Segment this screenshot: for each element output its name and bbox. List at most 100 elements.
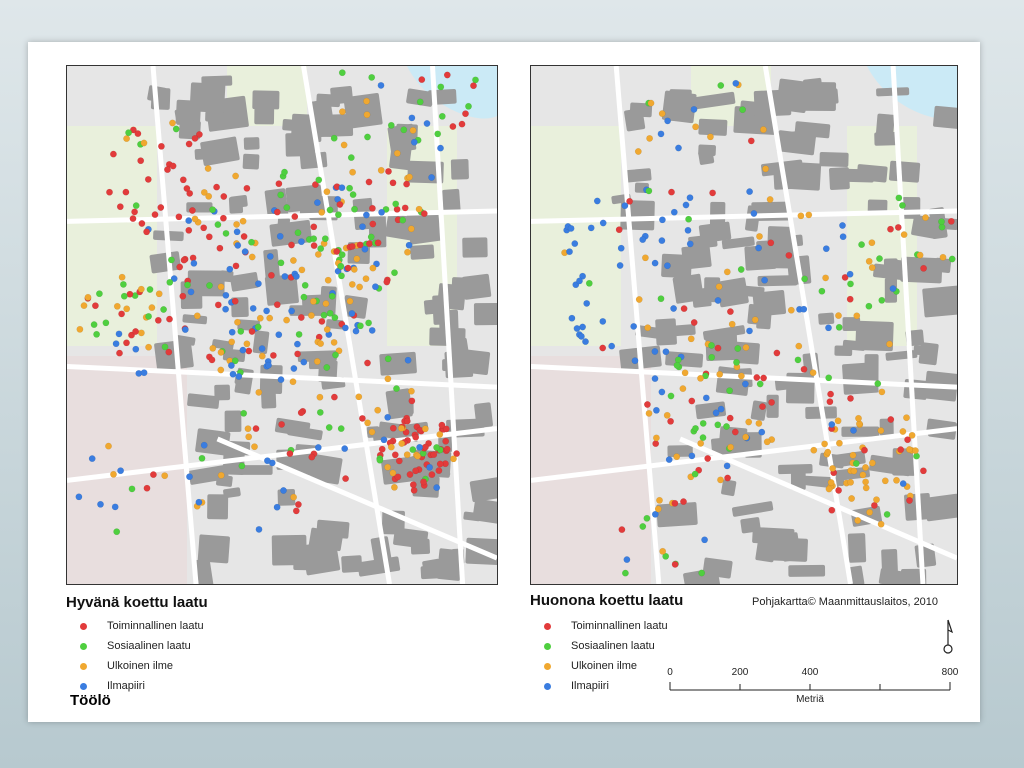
data-point: [599, 344, 607, 352]
data-point: [846, 270, 854, 278]
data-point: [797, 212, 805, 220]
data-point: [255, 525, 263, 533]
building-block: [451, 277, 489, 297]
data-point: [317, 340, 325, 347]
data-point: [235, 373, 243, 380]
data-point: [206, 282, 213, 289]
data-point: [919, 467, 927, 475]
data-point: [331, 314, 339, 322]
data-point: [825, 324, 832, 332]
building-block: [834, 345, 853, 356]
map-poor-quality: [530, 65, 958, 585]
data-point: [191, 135, 199, 142]
data-point: [93, 330, 100, 338]
data-point: [214, 221, 222, 229]
legend-item: Toiminnallinen laatu: [66, 616, 204, 636]
building-block: [462, 237, 488, 258]
data-point: [209, 344, 217, 352]
legend-label: Ilmapiiri: [107, 680, 145, 692]
data-point: [727, 443, 735, 451]
data-point: [407, 225, 415, 233]
data-point: [336, 201, 344, 208]
data-point: [266, 252, 274, 260]
data-point: [122, 188, 130, 196]
data-point: [746, 188, 754, 196]
data-point: [234, 318, 241, 326]
data-point: [243, 340, 251, 348]
data-point: [905, 446, 913, 453]
data-point: [377, 81, 385, 89]
data-point: [191, 215, 199, 223]
data-point: [618, 526, 626, 533]
data-point: [288, 241, 295, 249]
data-point: [768, 398, 776, 406]
data-point: [412, 467, 419, 475]
data-point: [697, 439, 705, 447]
data-point: [643, 514, 651, 522]
data-point: [161, 472, 169, 480]
data-point: [137, 157, 145, 165]
data-point: [658, 216, 666, 224]
data-point: [658, 110, 666, 117]
data-point: [137, 285, 145, 293]
data-point: [599, 219, 607, 227]
data-point: [715, 283, 723, 291]
building-block: [847, 533, 867, 563]
data-point: [205, 192, 213, 200]
data-point: [346, 184, 353, 192]
data-point: [384, 463, 391, 471]
data-point: [393, 385, 400, 392]
data-point: [277, 191, 285, 199]
data-point: [616, 262, 624, 269]
data-point: [347, 154, 355, 162]
data-point: [348, 242, 356, 250]
basemap-credit: Pohjakartta© Maanmittauslaitos, 2010: [752, 596, 939, 608]
data-point: [414, 452, 421, 460]
legend-label: Toiminnallinen laatu: [107, 620, 204, 632]
data-point: [358, 414, 366, 422]
data-point: [899, 480, 907, 487]
data-point: [755, 419, 763, 427]
data-point: [667, 392, 675, 400]
data-point: [397, 424, 405, 432]
data-point: [821, 440, 828, 448]
data-point: [679, 385, 687, 392]
data-point: [265, 361, 272, 369]
data-point: [825, 485, 833, 493]
data-point: [409, 446, 417, 453]
data-point: [338, 184, 346, 192]
data-point: [310, 223, 318, 231]
data-point: [323, 364, 331, 371]
legend-swatch-green: [80, 642, 87, 650]
building-block: [691, 287, 712, 308]
data-point: [862, 484, 870, 492]
data-point: [380, 436, 388, 444]
scale-tick-label: 400: [802, 667, 819, 678]
data-point: [759, 403, 766, 410]
data-point: [189, 207, 196, 214]
data-point: [368, 73, 376, 81]
data-point: [702, 394, 710, 402]
data-point: [157, 204, 165, 211]
data-point: [724, 474, 732, 482]
data-point: [763, 438, 771, 446]
data-point: [117, 467, 124, 475]
data-point: [222, 229, 230, 237]
data-point: [298, 266, 306, 274]
data-point: [904, 436, 911, 444]
data-point: [326, 206, 334, 214]
data-point: [876, 255, 883, 263]
data-point: [868, 459, 876, 467]
data-point: [404, 248, 411, 256]
data-point: [753, 374, 761, 381]
data-point: [367, 233, 375, 241]
data-point: [200, 224, 208, 232]
map-canvas-right: [531, 66, 957, 584]
data-point: [438, 112, 446, 120]
data-point: [732, 79, 740, 87]
data-point: [630, 322, 638, 330]
data-point: [344, 264, 352, 272]
data-point: [76, 325, 84, 333]
data-point: [368, 428, 376, 436]
data-point: [283, 204, 291, 212]
